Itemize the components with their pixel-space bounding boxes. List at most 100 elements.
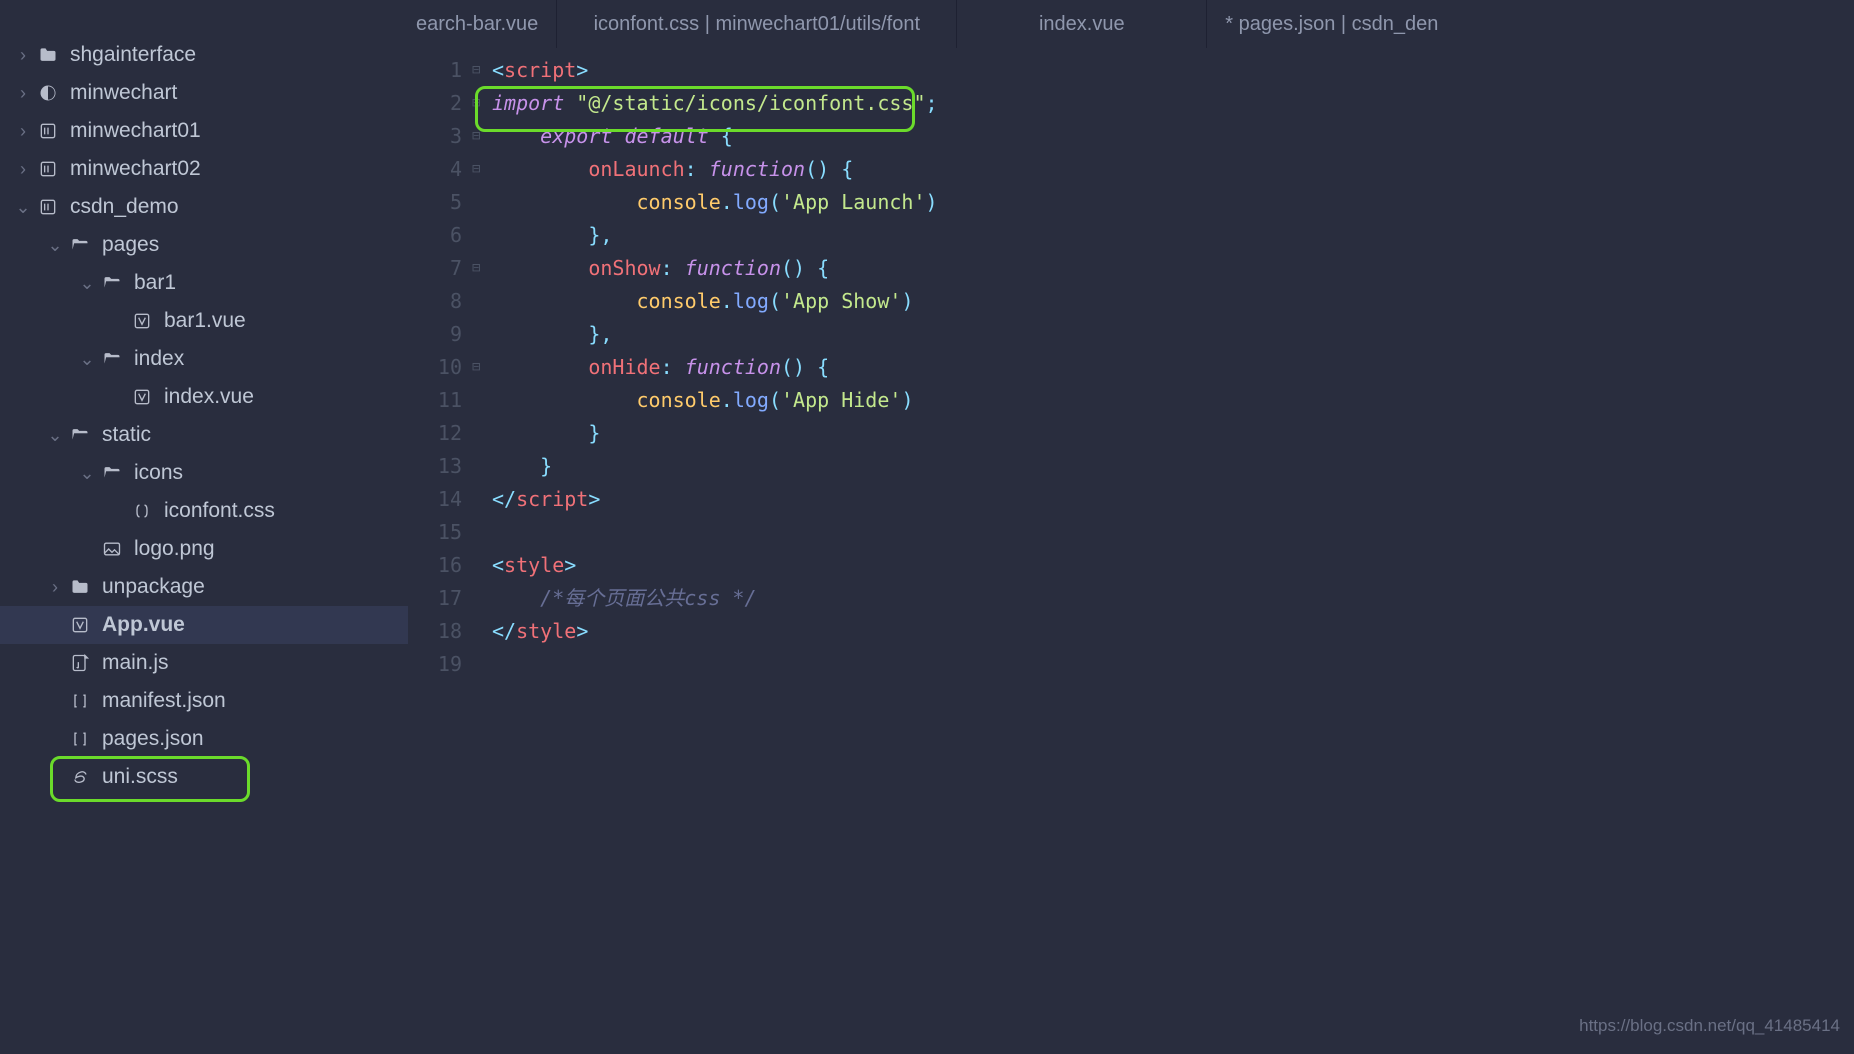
json-icon xyxy=(68,727,92,751)
tree-item[interactable]: ⌄ static xyxy=(0,416,408,454)
tree-item[interactable]: ›iconfont.css xyxy=(0,492,408,530)
fold-toggle xyxy=(472,384,492,417)
tree-item[interactable]: ⌄ icons xyxy=(0,454,408,492)
line-number: 15 xyxy=(408,516,462,549)
disclosure-chevron[interactable]: › xyxy=(46,577,64,598)
tree-item[interactable]: ›index.vue xyxy=(0,378,408,416)
fold-toggle[interactable]: ⊟ xyxy=(472,54,492,87)
tree-item-label: main.js xyxy=(102,651,169,675)
line-number: 8 xyxy=(408,285,462,318)
disclosure-chevron[interactable]: ⌄ xyxy=(46,425,64,446)
tree-item-label: minwechart01 xyxy=(70,119,201,143)
fold-toggle xyxy=(472,318,492,351)
disclosure-chevron[interactable]: ⌄ xyxy=(46,235,64,256)
tree-item-label: icons xyxy=(134,461,183,485)
tree-item[interactable]: ⌄index xyxy=(0,340,408,378)
tab-item[interactable]: iconfont.css | minwechart01/utils/font xyxy=(556,0,956,48)
fold-toggle xyxy=(472,186,492,219)
tree-item[interactable]: ›logo.png xyxy=(0,530,408,568)
folder-open-icon xyxy=(100,461,124,485)
editor-tabs: earch-bar.vue iconfont.css | minwechart0… xyxy=(408,0,1854,48)
vue-icon xyxy=(68,613,92,637)
file-explorer: ›shgainterface›minwechart›minwechart01›m… xyxy=(0,0,408,1054)
fold-toggle[interactable]: ⊟ xyxy=(472,351,492,384)
folder-open-icon xyxy=(100,271,124,295)
tree-item[interactable]: ›App.vue xyxy=(0,606,408,644)
editor-pane: earch-bar.vue iconfont.css | minwechart0… xyxy=(408,0,1854,1054)
line-number: 4 xyxy=(408,153,462,186)
folder-icon xyxy=(68,575,92,599)
folder-open-icon xyxy=(100,347,124,371)
line-number: 18 xyxy=(408,615,462,648)
disclosure-chevron[interactable]: ⌄ xyxy=(14,197,32,218)
fold-toggle xyxy=(472,549,492,582)
watermark: https://blog.csdn.net/qq_41485414 xyxy=(1579,1016,1840,1036)
fold-toggle xyxy=(472,483,492,516)
disclosure-chevron[interactable]: › xyxy=(14,159,32,180)
tree-item[interactable]: ›shgainterface xyxy=(0,36,408,74)
disclosure-chevron[interactable]: › xyxy=(14,45,32,66)
line-number: 19 xyxy=(408,648,462,681)
disclosure-chevron[interactable]: ⌄ xyxy=(78,273,96,294)
fold-toggle xyxy=(472,582,492,615)
code-editor[interactable]: 12345678910111213141516171819 ⊟⊟⊟⊟⊟⊟ <sc… xyxy=(408,48,1854,1054)
tree-item-label: bar1 xyxy=(134,271,176,295)
disclosure-chevron[interactable]: ⌄ xyxy=(78,349,96,370)
tree-item-label: bar1.vue xyxy=(164,309,246,333)
line-number: 17 xyxy=(408,582,462,615)
tree-item[interactable]: ›bar1.vue xyxy=(0,302,408,340)
tree-item[interactable]: ›uni.scss xyxy=(0,758,408,796)
line-number: 5 xyxy=(408,186,462,219)
fold-toggle xyxy=(472,450,492,483)
folder-open-icon xyxy=(68,233,92,257)
fold-toggle xyxy=(472,615,492,648)
disclosure-chevron[interactable]: ⌄ xyxy=(78,463,96,484)
box-icon xyxy=(36,157,60,181)
tree-item[interactable]: ›minwechart02 xyxy=(0,150,408,188)
fold-markers[interactable]: ⊟⊟⊟⊟⊟⊟ xyxy=(472,54,492,1054)
tab-item[interactable]: earch-bar.vue xyxy=(408,0,556,48)
fold-toggle xyxy=(472,219,492,252)
fold-toggle[interactable]: ⊟ xyxy=(472,252,492,285)
line-numbers: 12345678910111213141516171819 xyxy=(408,54,472,1054)
tree-item[interactable]: ›manifest.json xyxy=(0,682,408,720)
fold-toggle xyxy=(472,648,492,681)
tree-item-label: static xyxy=(102,423,151,447)
css-icon xyxy=(130,499,154,523)
line-number: 3 xyxy=(408,120,462,153)
vue-icon xyxy=(130,309,154,333)
disclosure-chevron[interactable]: › xyxy=(14,83,32,104)
tree-item[interactable]: › minwechart01 xyxy=(0,112,408,150)
tree-item-label: minwechart xyxy=(70,81,177,105)
circle-icon xyxy=(36,81,60,105)
tree-item[interactable]: ⌄pages xyxy=(0,226,408,264)
disclosure-chevron[interactable]: › xyxy=(14,121,32,142)
scss-icon xyxy=(68,765,92,789)
line-number: 1 xyxy=(408,54,462,87)
tab-item[interactable]: index.vue xyxy=(956,0,1206,48)
tree-item[interactable]: ⌄ bar1 xyxy=(0,264,408,302)
code-lines[interactable]: <script> import "@/static/icons/iconfont… xyxy=(492,54,1854,1054)
json-icon xyxy=(68,689,92,713)
tree-item-label: manifest.json xyxy=(102,689,226,713)
tree-item[interactable]: › unpackage xyxy=(0,568,408,606)
tree-item[interactable]: ›pages.json xyxy=(0,720,408,758)
tree-item-label: uni.scss xyxy=(102,765,178,789)
tree-item[interactable]: › minwechart xyxy=(0,74,408,112)
tree-item-label: csdn_demo xyxy=(70,195,179,219)
line-number: 13 xyxy=(408,450,462,483)
tree-item[interactable]: ⌄ csdn_demo xyxy=(0,188,408,226)
line-number: 10 xyxy=(408,351,462,384)
tab-item[interactable]: * pages.json | csdn_den xyxy=(1206,0,1456,48)
fold-toggle xyxy=(472,285,492,318)
tree-item-label: App.vue xyxy=(102,613,185,637)
fold-toggle[interactable]: ⊟ xyxy=(472,153,492,186)
fold-toggle xyxy=(472,417,492,450)
fold-toggle[interactable]: ⊟ xyxy=(472,120,492,153)
tree-item-label: unpackage xyxy=(102,575,205,599)
line-number: 12 xyxy=(408,417,462,450)
fold-toggle[interactable]: ⊟ xyxy=(472,87,492,120)
tree-item[interactable]: ›main.js xyxy=(0,644,408,682)
line-number: 7 xyxy=(408,252,462,285)
line-number: 14 xyxy=(408,483,462,516)
